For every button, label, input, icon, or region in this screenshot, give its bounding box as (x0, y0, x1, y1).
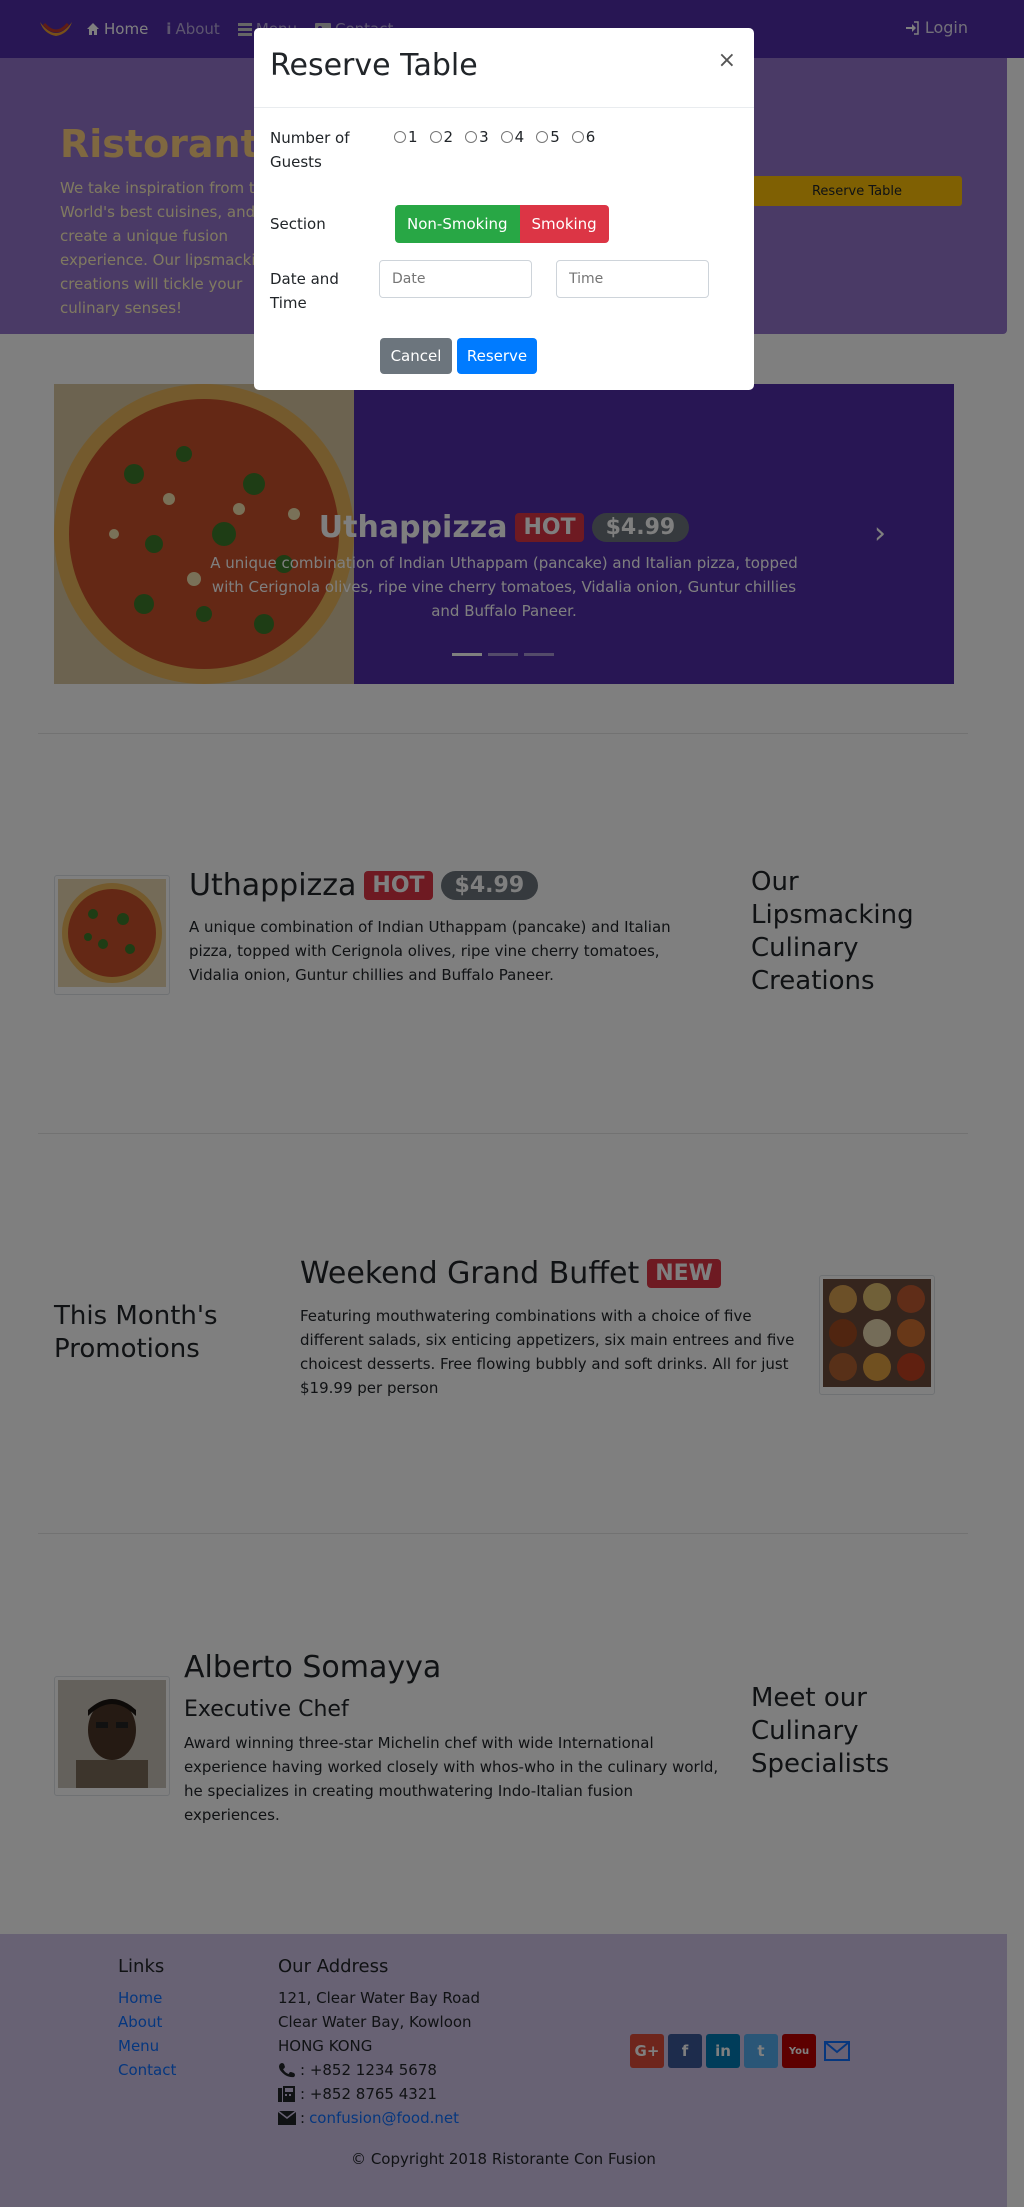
close-icon[interactable]: × (718, 48, 736, 73)
reserve-table-modal: Reserve Table × Number of Guests 1 2 3 4… (254, 28, 754, 390)
radio-label: 2 (443, 128, 454, 146)
date-input[interactable] (379, 260, 532, 298)
radio-button[interactable] (536, 131, 549, 143)
radio-label: 4 (514, 128, 525, 146)
guest-option-4[interactable]: 4 (500, 128, 525, 146)
guest-option-1[interactable]: 1 (394, 128, 418, 146)
datetime-label: Date and Time (270, 270, 339, 312)
time-input[interactable] (556, 260, 709, 298)
radio-label: 1 (408, 128, 418, 146)
cancel-button[interactable]: Cancel (380, 338, 452, 374)
guest-option-3[interactable]: 3 (465, 128, 489, 146)
radio-label: 6 (585, 128, 596, 146)
radio-button[interactable] (429, 131, 442, 143)
radio-label: 5 (550, 128, 560, 146)
reserve-button[interactable]: Reserve (457, 338, 537, 374)
smoking-button[interactable]: Smoking (519, 205, 609, 243)
modal-header: Reserve Table × (254, 28, 754, 108)
guest-option-5[interactable]: 5 (536, 128, 560, 146)
non-smoking-button[interactable]: Non-Smoking (395, 205, 520, 243)
modal-title: Reserve Table (270, 48, 478, 83)
guest-option-2[interactable]: 2 (429, 128, 454, 146)
guests-label: Number of Guests (270, 129, 350, 171)
radio-button[interactable] (571, 131, 584, 143)
section-label: Section (270, 215, 326, 233)
section-toggle: Non-Smoking Smoking (395, 205, 609, 243)
radio-button[interactable] (394, 131, 406, 143)
radio-button[interactable] (500, 131, 513, 143)
guests-radio-group: 1 2 3 4 5 6 (394, 128, 595, 146)
radio-label: 3 (479, 128, 489, 146)
radio-button[interactable] (465, 131, 478, 143)
guest-option-6[interactable]: 6 (571, 128, 596, 146)
